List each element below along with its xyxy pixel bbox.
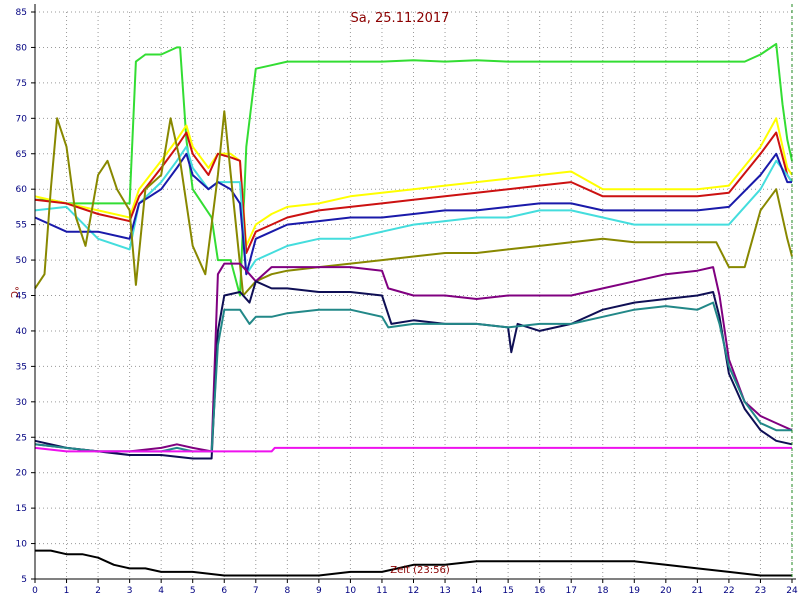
y-tick-label: 20 (16, 469, 28, 479)
chart-title: Sa, 25.11.2017 (351, 11, 450, 26)
x-tick-label: 17 (565, 586, 576, 596)
x-tick-label: 13 (439, 586, 450, 596)
x-tick-label: 5 (190, 586, 196, 596)
y-tick-label: 15 (16, 504, 27, 514)
x-tick-label: 2 (95, 586, 101, 596)
y-tick-label: 50 (16, 256, 28, 266)
x-tick-label: 18 (597, 586, 609, 596)
y-tick-label: 65 (16, 150, 27, 160)
y-tick-label: 10 (16, 540, 28, 550)
y-tick-label: 80 (16, 43, 28, 53)
x-tick-label: 1 (64, 586, 70, 596)
y-tick-label: 35 (16, 362, 27, 372)
x-tick-label: 8 (284, 586, 290, 596)
x-tick-label: 14 (471, 586, 483, 596)
y-tick-label: 5 (21, 575, 27, 585)
x-tick-label: 10 (345, 586, 357, 596)
x-tick-label: 6 (221, 586, 227, 596)
x-tick-label: 3 (127, 586, 133, 596)
x-tick-label: 7 (253, 586, 259, 596)
x-tick-label: 4 (158, 586, 164, 596)
chart-background (0, 0, 800, 600)
x-tick-label: 22 (723, 586, 734, 596)
x-tick-label: 0 (32, 586, 38, 596)
y-tick-label: 40 (16, 327, 28, 337)
y-tick-label: 75 (16, 79, 27, 89)
y-tick-label: 60 (16, 185, 28, 195)
x-tick-label: 23 (755, 586, 766, 596)
y-tick-label: 55 (16, 221, 27, 231)
x-tick-label: 16 (534, 586, 546, 596)
y-tick-label: 30 (16, 398, 28, 408)
x-tick-label: 24 (786, 586, 798, 596)
y-tick-label: 25 (16, 433, 27, 443)
x-tick-label: 19 (629, 586, 641, 596)
time-label: Zeit (23:56) (390, 565, 450, 576)
temperature-chart: 5101520253035404550556065707580850 1 2 3 4 5 6… (0, 0, 800, 600)
x-tick-label: 12 (408, 586, 419, 596)
x-tick-label: 11 (376, 586, 387, 596)
y-axis-label: °C (8, 286, 19, 298)
y-tick-label: 85 (16, 8, 27, 18)
x-tick-label: 21 (692, 586, 703, 596)
x-tick-label: 20 (660, 586, 672, 596)
x-tick-label: 15 (502, 586, 513, 596)
y-tick-label: 70 (16, 114, 28, 124)
x-tick-label: 9 (316, 586, 322, 596)
